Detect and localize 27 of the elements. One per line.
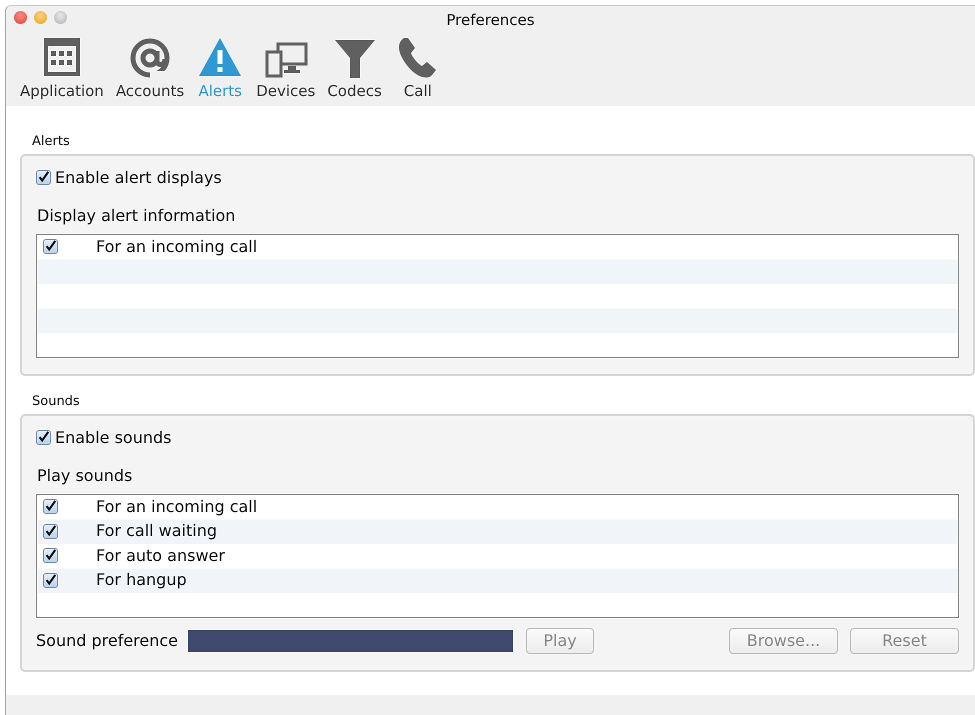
checkbox[interactable]: [43, 572, 58, 588]
sound-field[interactable]: [188, 630, 514, 652]
section-title: Sounds: [32, 393, 81, 411]
checkbox-label: Enable sounds: [55, 426, 172, 448]
checkbox[interactable]: [36, 170, 51, 185]
list-item-label: For hangup: [96, 569, 187, 592]
toolbar-tab[interactable]: Codecs: [321, 34, 388, 106]
checkbox-label: Enable alert displays: [55, 166, 222, 188]
checkbox[interactable]: [36, 430, 51, 445]
list-item-label: For auto answer: [96, 544, 225, 567]
list-label: Play sounds: [37, 464, 134, 486]
section-title: Alerts: [32, 133, 71, 151]
toolbar-tab[interactable]: Accounts: [110, 34, 190, 106]
list-item-label: For an incoming call: [96, 496, 258, 518]
checkbox[interactable]: [43, 548, 58, 564]
checkbox[interactable]: [43, 524, 58, 539]
toolbar-tab[interactable]: Application: [14, 34, 110, 106]
field-label: Sound preference: [36, 630, 178, 652]
list-label: Display alert information: [37, 204, 236, 226]
toolbar-tab[interactable]: Call: [388, 34, 448, 106]
list-item-label: For an incoming call: [96, 236, 258, 258]
list-item-label: For call waiting: [96, 520, 218, 542]
close-button[interactable]: [14, 11, 27, 24]
checkbox[interactable]: [43, 499, 58, 514]
window-title: Preferences: [446, 10, 535, 31]
toolbar-tab[interactable]: Devices: [250, 34, 322, 106]
checkbox[interactable]: [43, 239, 58, 254]
